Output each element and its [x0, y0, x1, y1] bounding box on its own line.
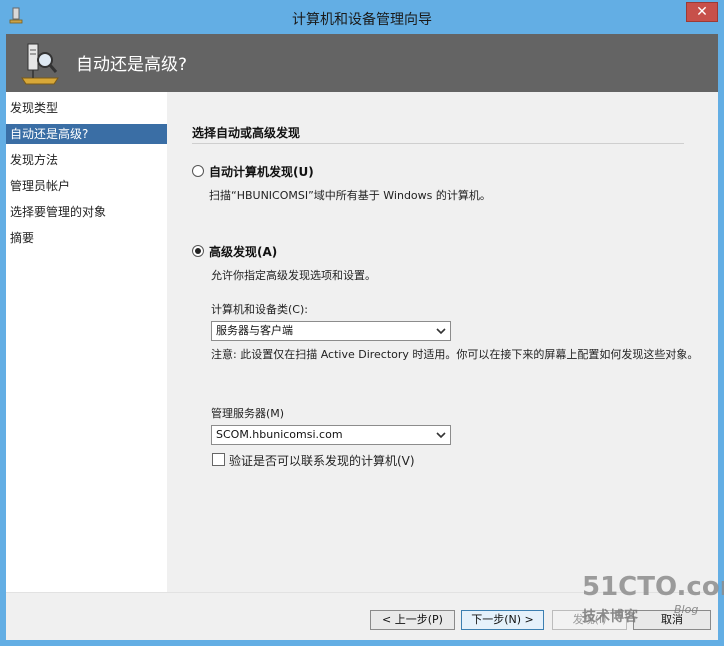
nav-step-auto-or-advanced[interactable]: 自动还是高级?: [6, 124, 167, 144]
nav-step-discovery-type[interactable]: 发现类型: [6, 98, 167, 118]
auto-discovery-description: 扫描“HBUNICOMSI”域中所有基于 Windows 的计算机。: [209, 189, 491, 202]
title-bar: 计算机和设备管理向导 ✕: [0, 0, 724, 34]
page-header: 自动还是高级?: [6, 34, 718, 92]
auto-discovery-radio[interactable]: [192, 165, 204, 177]
next-button[interactable]: 下一步(N) >: [461, 610, 544, 630]
radio-selected-dot: [195, 248, 201, 254]
management-server-value: SCOM.hbunicomsi.com: [216, 428, 343, 441]
chevron-down-icon: [436, 328, 446, 335]
advanced-discovery-label[interactable]: 高级发现(A): [209, 243, 277, 260]
cancel-button[interactable]: 取消: [633, 610, 711, 630]
nav-step-summary[interactable]: 摘要: [6, 228, 167, 248]
advanced-discovery-radio[interactable]: [192, 245, 204, 257]
chevron-down-icon: [436, 432, 446, 439]
auto-discovery-label[interactable]: 自动计算机发现(U): [209, 163, 314, 180]
nav-step-discovery-method[interactable]: 发现方法: [6, 150, 167, 170]
nav-step-select-objects[interactable]: 选择要管理的对象: [6, 202, 167, 222]
management-server-label: 管理服务器(M): [211, 407, 285, 420]
wizard-step-nav: 发现类型 自动还是高级? 发现方法 管理员帐户 选择要管理的对象 摘要: [6, 92, 167, 592]
device-class-value: 服务器与客户端: [216, 324, 293, 337]
section-title: 选择自动或高级发现: [192, 126, 301, 140]
close-button[interactable]: ✕: [686, 2, 718, 22]
wizard-client-area: 自动还是高级? 发现类型 自动还是高级? 发现方法 管理员帐户 选择要管理的对象…: [6, 34, 718, 640]
wizard-content: 选择自动或高级发现 自动计算机发现(U) 扫描“HBUNICOMSI”域中所有基…: [167, 92, 718, 592]
management-server-select[interactable]: SCOM.hbunicomsi.com: [211, 425, 451, 445]
device-class-select[interactable]: 服务器与客户端: [211, 321, 451, 341]
device-class-label: 计算机和设备类(C):: [211, 303, 308, 316]
verify-contact-label[interactable]: 验证是否可以联系发现的计算机(V): [229, 452, 415, 469]
section-divider: [192, 143, 684, 144]
wizard-window: 计算机和设备管理向导 ✕ 自动还是高级? 发现类型 自动还是高级? 发现方法 管…: [0, 0, 724, 646]
nav-step-admin-account[interactable]: 管理员帐户: [6, 176, 167, 196]
discovery-wizard-icon: [21, 43, 59, 85]
previous-button[interactable]: < 上一步(P): [370, 610, 455, 630]
wizard-footer: < 上一步(P) 下一步(N) > 发现(I) 取消: [6, 592, 718, 640]
verify-contact-checkbox[interactable]: [212, 453, 225, 466]
window-title: 计算机和设备管理向导: [292, 12, 432, 28]
active-directory-note: 注意: 此设置仅在扫描 Active Directory 时适用。你可以在接下来…: [211, 348, 699, 361]
discover-button[interactable]: 发现(I): [552, 610, 627, 630]
page-title: 自动还是高级?: [76, 55, 188, 75]
advanced-discovery-description: 允许你指定高级发现选项和设置。: [211, 269, 376, 282]
